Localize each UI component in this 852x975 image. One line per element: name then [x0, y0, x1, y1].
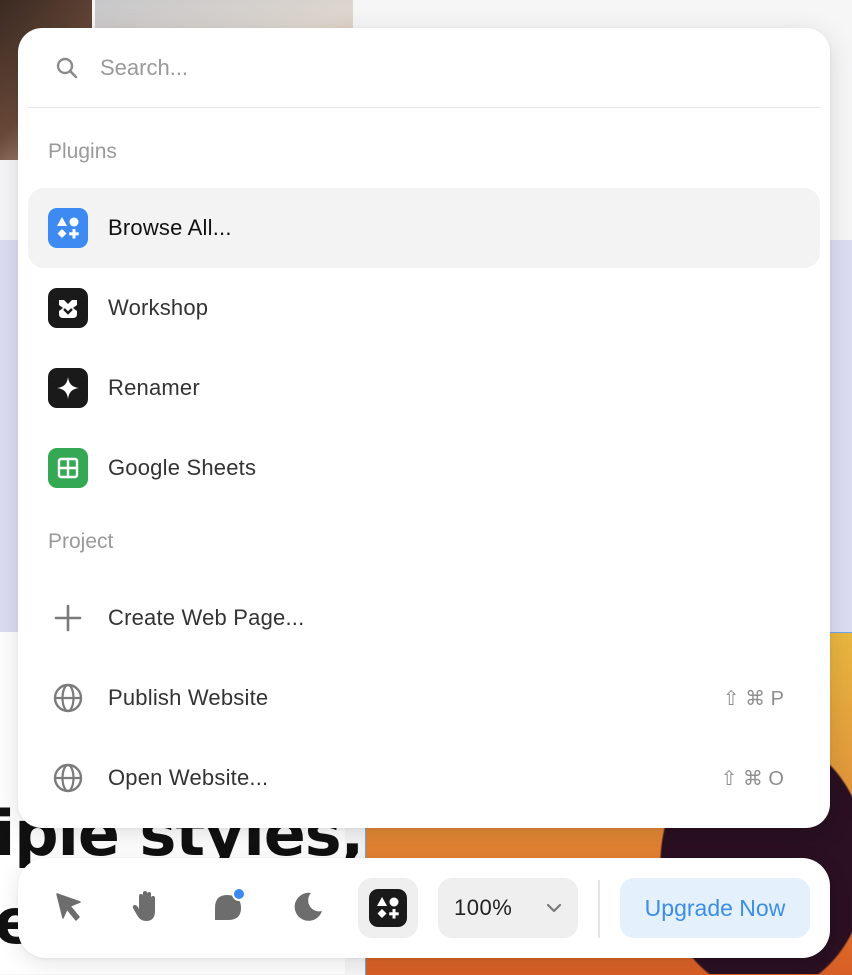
zoom-select[interactable]: 100% — [438, 878, 578, 938]
shapes-icon — [48, 208, 88, 248]
menu-item-publish-website[interactable]: Publish Website ⇧ ⌘ P — [28, 658, 820, 738]
bottom-toolbar: 100% Upgrade Now — [18, 858, 830, 958]
command-menu: Plugins Browse All... Workshop Rena — [18, 28, 830, 828]
plugins-icon — [369, 889, 407, 927]
hand-icon — [128, 888, 164, 929]
menu-item-label: Workshop — [108, 295, 209, 320]
toolbar-divider — [598, 880, 600, 938]
menu-item-workshop[interactable]: Workshop — [28, 268, 820, 348]
menu-item-browse-all[interactable]: Browse All... — [28, 188, 820, 268]
hand-tool-button[interactable] — [116, 878, 176, 938]
workshop-icon — [48, 288, 88, 328]
shortcut-hint: ⇧ ⌘ P — [722, 687, 784, 710]
globe-icon — [48, 678, 88, 718]
plugins-tool-button[interactable] — [358, 878, 418, 938]
dark-mode-toggle[interactable] — [278, 878, 338, 938]
pointer-icon — [51, 889, 85, 928]
shortcut-hint: ⇧ ⌘ O — [720, 767, 784, 790]
sparkle-icon — [48, 368, 88, 408]
pointer-tool-button[interactable] — [38, 878, 98, 938]
upgrade-button[interactable]: Upgrade Now — [620, 878, 810, 938]
menu-item-label: Open Website... — [108, 765, 269, 790]
comment-icon — [209, 886, 247, 930]
section-label-plugins: Plugins — [48, 140, 117, 163]
menu-item-label: Create Web Page... — [108, 605, 305, 630]
search-icon — [54, 55, 80, 81]
menu-item-create-web-page[interactable]: Create Web Page... — [28, 578, 820, 658]
menu-item-open-website[interactable]: Open Website... ⇧ ⌘ O — [28, 738, 820, 818]
zoom-value: 100% — [454, 895, 513, 920]
menu-item-label: Publish Website — [108, 685, 269, 710]
menu-item-google-sheets[interactable]: Google Sheets — [28, 428, 820, 508]
section-label-project: Project — [48, 530, 114, 553]
sheets-icon — [48, 448, 88, 488]
menu-item-renamer[interactable]: Renamer — [28, 348, 820, 428]
plus-icon — [48, 598, 88, 638]
search-bar — [28, 28, 820, 108]
search-input[interactable] — [98, 53, 702, 82]
menu-item-label: Google Sheets — [108, 455, 257, 480]
comment-tool-button[interactable] — [198, 878, 258, 938]
menu-item-label: Renamer — [108, 375, 200, 400]
menu-item-label: Browse All... — [108, 215, 232, 240]
chevron-down-icon — [544, 898, 564, 924]
dark-mode-icon — [291, 889, 325, 928]
globe-icon — [48, 758, 88, 798]
